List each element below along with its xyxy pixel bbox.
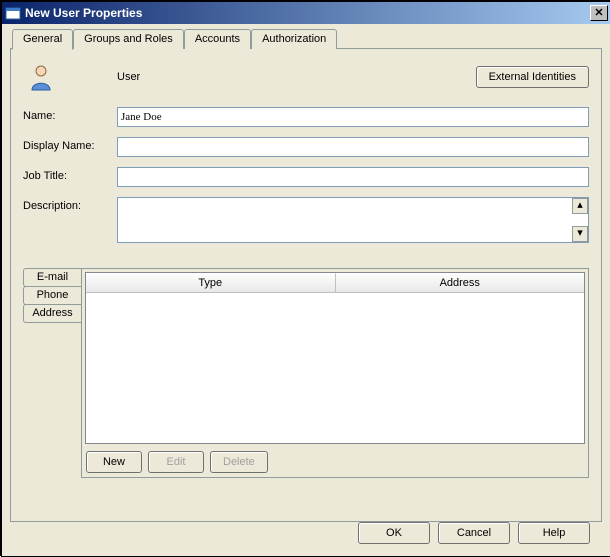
column-header-type[interactable]: Type [86, 273, 336, 292]
edit-contact-button[interactable]: Edit [148, 451, 204, 473]
contacts-list-body [86, 293, 584, 443]
close-icon: ✕ [594, 8, 603, 19]
name-input[interactable] [117, 107, 589, 127]
side-tab-email[interactable]: E-mail [23, 268, 81, 287]
title-bar: New User Properties ✕ [2, 2, 610, 24]
delete-label: Delete [223, 456, 255, 468]
column-address-label: Address [440, 277, 480, 289]
new-label: New [103, 456, 125, 468]
tab-groups-roles[interactable]: Groups and Roles [73, 29, 184, 49]
dialog-footer: OK Cancel Help [358, 522, 590, 544]
tab-groups-label: Groups and Roles [84, 33, 173, 45]
external-identities-button[interactable]: External Identities [476, 66, 589, 88]
description-input[interactable] [117, 197, 589, 243]
ok-label: OK [386, 527, 402, 539]
cancel-label: Cancel [457, 527, 491, 539]
chevron-up-icon: ▴ [577, 199, 583, 211]
description-label: Description: [23, 197, 117, 212]
contacts-side-tabs: E-mail Phone Address [23, 268, 81, 478]
name-label: Name: [23, 107, 117, 122]
new-contact-button[interactable]: New [86, 451, 142, 473]
tab-strip: General Groups and Roles Accounts Author… [12, 29, 602, 49]
job-title-label: Job Title: [23, 167, 117, 182]
chevron-down-icon: ▾ [577, 227, 583, 239]
tab-authorization[interactable]: Authorization [251, 29, 337, 49]
external-identities-label: External Identities [489, 71, 576, 83]
tab-general-label: General [23, 33, 62, 45]
scroll-up-button[interactable]: ▴ [572, 198, 588, 214]
app-icon [5, 5, 21, 21]
tab-general[interactable]: General [12, 29, 73, 50]
column-header-address[interactable]: Address [336, 273, 585, 292]
window-title: New User Properties [25, 6, 590, 20]
delete-contact-button[interactable]: Delete [210, 451, 268, 473]
contacts-actions: New Edit Delete [82, 447, 588, 477]
display-name-label: Display Name: [23, 137, 117, 152]
tab-accounts-label: Accounts [195, 33, 240, 45]
side-tab-email-label: E-mail [37, 271, 68, 283]
close-button[interactable]: ✕ [590, 5, 608, 21]
help-button[interactable]: Help [518, 522, 590, 544]
contacts-section: E-mail Phone Address Type Address [23, 268, 589, 478]
contacts-main: Type Address New Edit [81, 268, 589, 478]
tab-authorization-label: Authorization [262, 33, 326, 45]
scroll-down-button[interactable]: ▾ [572, 226, 588, 242]
cancel-button[interactable]: Cancel [438, 522, 510, 544]
contacts-list[interactable]: Type Address [85, 272, 585, 444]
tab-panel-general: User External Identities Name: Display N… [10, 48, 602, 522]
edit-label: Edit [167, 456, 186, 468]
description-scrollbar: ▴ ▾ [572, 198, 588, 242]
side-tab-phone[interactable]: Phone [23, 286, 81, 305]
side-tab-address[interactable]: Address [23, 304, 81, 323]
job-title-input[interactable] [117, 167, 589, 187]
help-label: Help [543, 527, 566, 539]
panel-header: User External Identities [23, 63, 589, 91]
side-tab-phone-label: Phone [37, 289, 69, 301]
display-name-input[interactable] [117, 137, 589, 157]
tab-accounts[interactable]: Accounts [184, 29, 251, 49]
column-type-label: Type [198, 277, 222, 289]
side-tab-address-label: Address [32, 307, 72, 319]
ok-button[interactable]: OK [358, 522, 430, 544]
contacts-list-header: Type Address [86, 273, 584, 293]
user-icon [29, 63, 57, 91]
entity-type-label: User [117, 71, 140, 83]
